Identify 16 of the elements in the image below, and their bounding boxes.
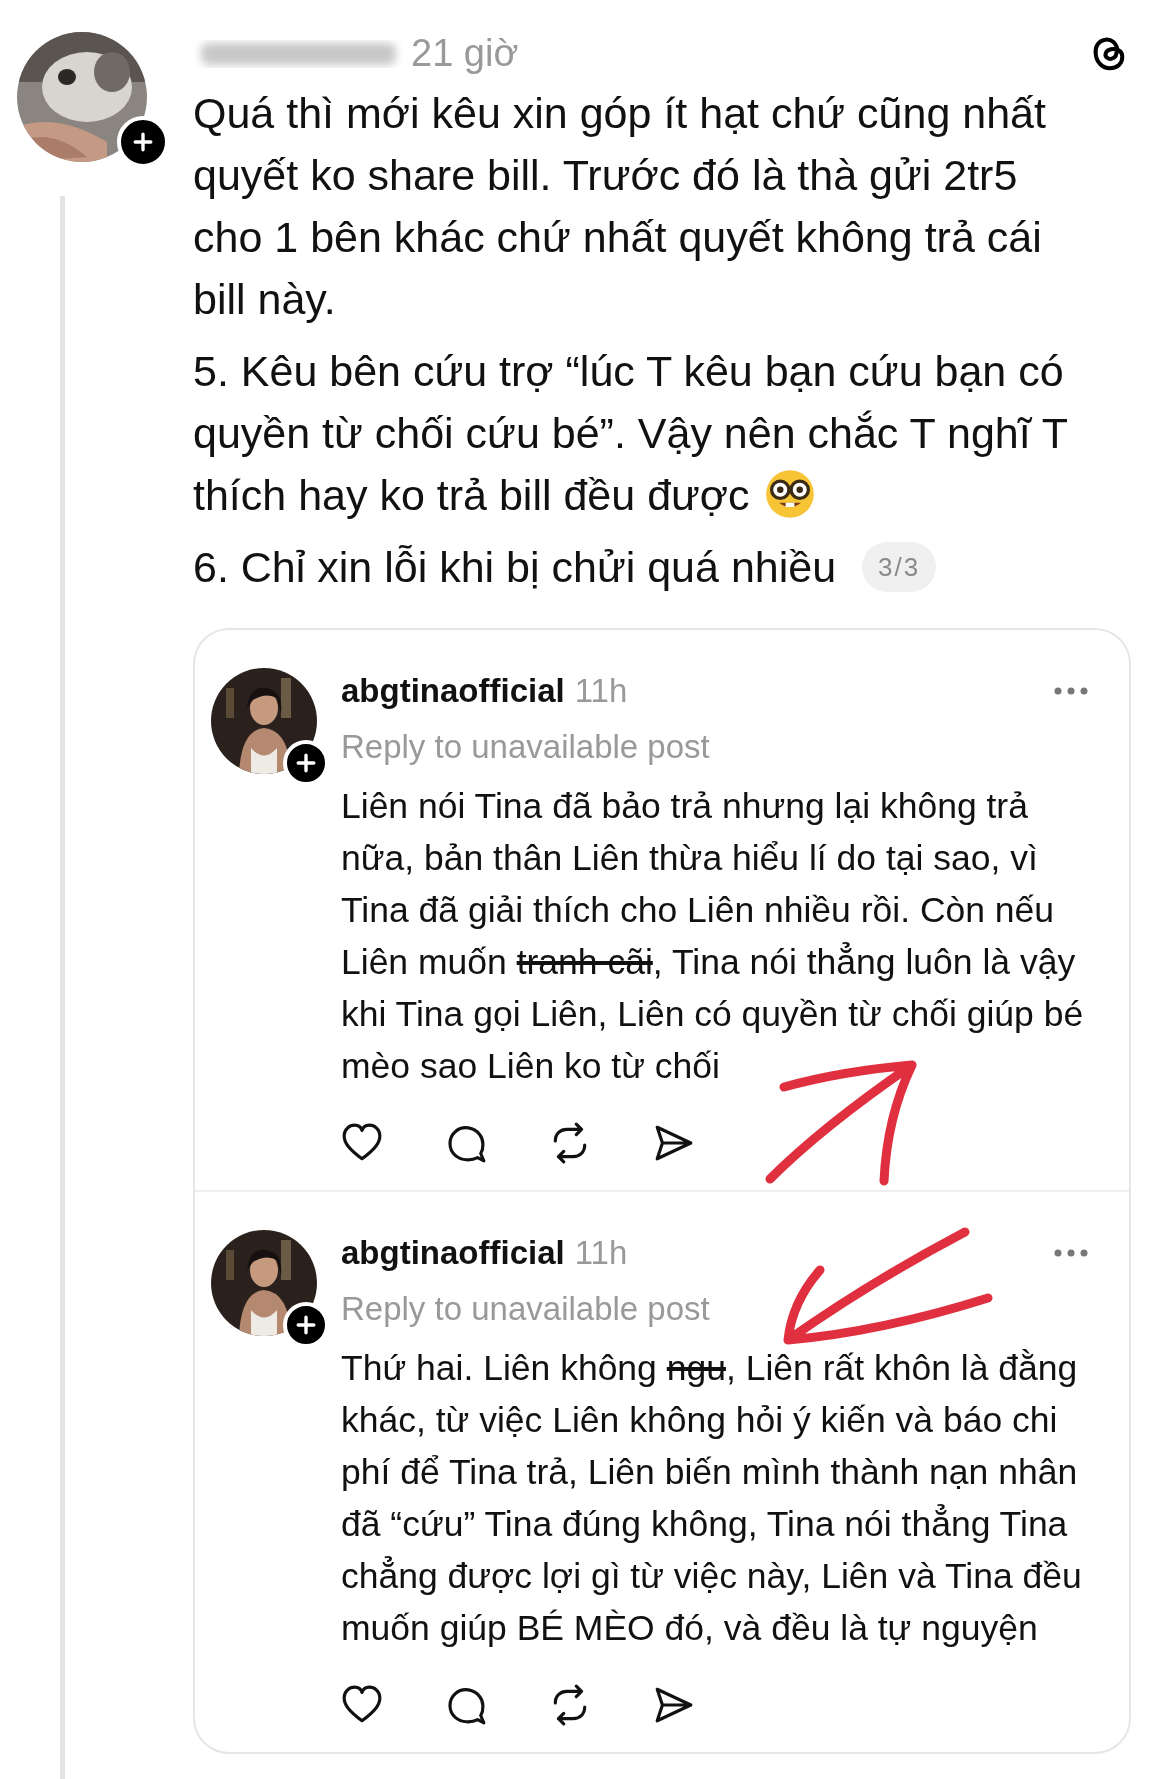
nerd-face-icon — [763, 468, 816, 520]
more-icon — [1053, 1248, 1089, 1258]
post-text: 6. Chỉ xin lỗi khi bị chửi quá nhiều — [193, 543, 837, 591]
username[interactable]: abgtinaofficial — [341, 672, 565, 710]
post-time: 11h — [574, 672, 628, 710]
username[interactable]: abgtinaofficial — [341, 1234, 565, 1272]
post-time: 11h — [574, 1234, 628, 1272]
page-counter: 3/3 — [862, 542, 937, 592]
post-time: 21 giờ — [411, 31, 519, 75]
post-text: Quá thì mới kêu xin góp ít hạt chứ cũng nhất quyết ko share bill. Trước đó là thà gửi 2tr5 cho 1 bên khác chứ nhất quyết không trả cái bill này. — [193, 89, 1046, 323]
reply-text: Thứ hai. Liên không ngu, Liên rất khôn là đằng khác, từ việc Liên không hỏi ý kiến và báo chi phí để Tina trả, Liên biến mình thành nạn nhân đã “cứu” Tina đúng không, Tina nói thẳng Tina chẳng được lợi gì từ việc này, Liên và Tina đều muốn giúp BÉ MÈO đó, và đều là tự nguyện — [341, 1347, 1083, 1650]
reply-note: Reply to unavailable post — [341, 1289, 711, 1329]
post-text: thích hay ko trả bill đều được — [193, 471, 750, 519]
reply-note: Reply to unavailable post — [341, 727, 711, 767]
more-icon — [1053, 686, 1089, 696]
reply-text: Liên nói Tina đã bảo trả nhưng lại không trả nữa, bản thân Liên thừa hiểu lí do tại sao, vì Tina đã giải thích cho Liên nhiều rồi. Còn nếu Liên muốn tranh cãi, Tina nói thẳng luôn là vậy khi Tina gọi Liên, Liên có quyền từ chối giúp bé mèo sao Liên ko từ chối — [341, 785, 1085, 1088]
